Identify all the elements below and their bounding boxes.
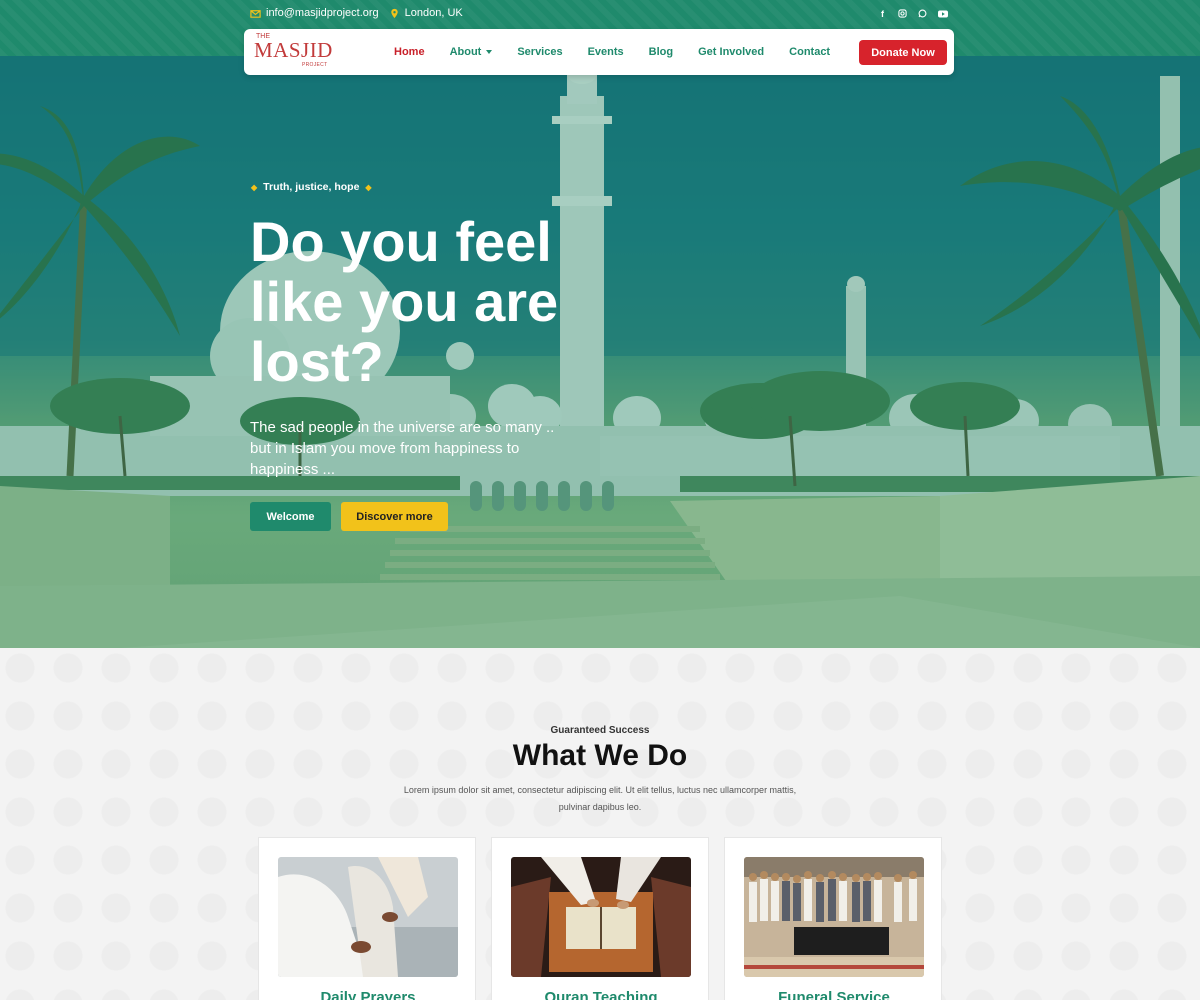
card-title: Daily Prayers [320,989,416,1000]
tagline-text: Truth, justice, hope [263,181,360,193]
site-logo[interactable]: THE MASJID PROJECT [254,33,332,71]
nav-item-services[interactable]: Services [517,46,562,58]
main-navbar: THE MASJID PROJECT Home About Services E… [244,29,954,75]
nav-label: Services [517,46,563,58]
hero-tagline: ◆ Truth, justice, hope ◆ [251,181,372,193]
tagline-ornament-icon: ◆ [251,182,258,192]
logo-word: MASJID [254,38,333,62]
map-pin-icon [390,8,398,18]
nav-label: Get Involved [698,46,765,58]
hero-subtext: The sad people in the universe are so ma… [250,419,555,478]
chevron-down-icon [486,50,493,54]
nav-item-contact[interactable]: Contact [789,46,830,58]
youtube-icon[interactable] [937,8,948,19]
primary-nav: Home About Services Events Blog Get Invo… [394,29,830,75]
hero-section: ◆ Truth, justice, hope ◆ Do you feel lik… [0,56,1200,648]
daily-prayers-image [278,857,458,977]
nav-item-blog[interactable]: Blog [649,46,673,58]
nav-label: Contact [789,46,831,58]
section-description: Lorem ipsum dolor sit amet, consectetur … [403,785,797,812]
facebook-icon[interactable]: f [877,8,888,19]
section-title: What We Do [512,739,688,772]
nav-item-about[interactable]: About [450,46,493,58]
tagline-ornament-icon: ◆ [365,182,372,192]
welcome-button[interactable]: Welcome [250,502,331,531]
nav-label: Blog [648,46,674,58]
instagram-icon[interactable] [897,8,908,19]
nav-label: About [449,46,482,58]
contact-info: info@masjidproject.org London, UK [250,7,463,19]
social-links: f [877,8,948,19]
logo-sub: PROJECT [302,62,328,68]
whatsapp-icon[interactable] [917,8,928,19]
nav-item-home[interactable]: Home [394,46,425,58]
discover-more-button[interactable]: Discover more [341,502,448,531]
funeral-service-image [744,857,924,977]
section-eyebrow: Guaranteed Success [550,725,650,736]
nav-label: Events [587,46,624,58]
email-text: info@masjidproject.org [266,7,379,19]
nav-label: Home [394,46,425,58]
card-title: Quran Teaching [544,989,658,1000]
hero-headline: Do you feel like you are lost? [250,210,559,393]
location-text: London, UK [404,7,463,19]
email-link[interactable]: info@masjidproject.org [250,7,379,19]
what-we-do-section: Guaranteed Success What We Do Lorem ipsu… [0,648,1200,1000]
location-info: London, UK [389,7,463,19]
quran-teaching-image [511,857,691,977]
service-card-funeral-service[interactable]: Funeral Service [724,837,942,1000]
service-card-daily-prayers[interactable]: Daily Prayers [258,837,476,1000]
envelope-icon [250,9,261,18]
nav-item-get-involved[interactable]: Get Involved [698,46,764,58]
donate-button[interactable]: Donate Now [859,40,947,65]
service-card-quran-teaching[interactable]: Quran Teaching [491,837,709,1000]
nav-item-events[interactable]: Events [588,46,624,58]
card-title: Funeral Service [778,989,890,1000]
